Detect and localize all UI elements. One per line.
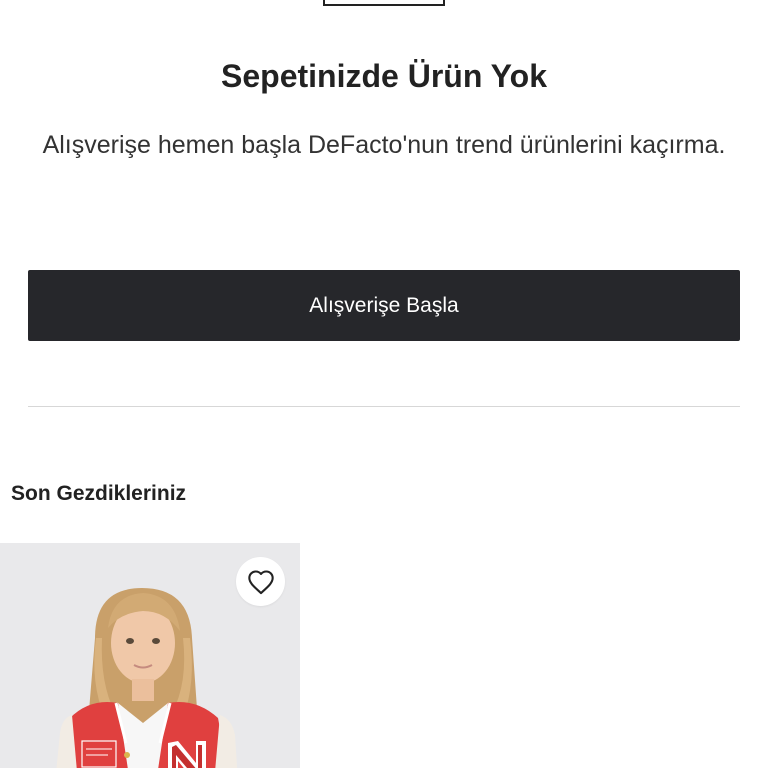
start-shopping-button[interactable]: Alışverişe Başla <box>28 270 740 341</box>
empty-cart-title: Sepetinizde Ürün Yok <box>221 58 547 94</box>
divider <box>28 406 740 407</box>
heart-outline-icon <box>247 569 274 594</box>
empty-cart-description: Alışverişe hemen başla DeFacto'nun trend… <box>42 131 726 159</box>
header-box-fragment <box>323 0 445 6</box>
cart-page: Sepetinizde Ürün Yok Alışverişe hemen ba… <box>0 0 768 768</box>
favorite-button[interactable] <box>236 557 285 606</box>
recently-viewed-title: Son Gezdikleriniz <box>11 482 187 505</box>
